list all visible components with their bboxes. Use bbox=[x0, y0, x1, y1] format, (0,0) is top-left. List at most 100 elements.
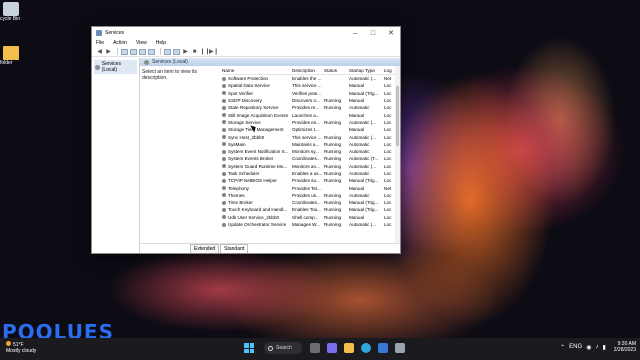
table-row[interactable]: Sync Host_2bbb0 This service ... Running Au… bbox=[222, 133, 400, 140]
table-row[interactable]: Software Protection Enables the ... Automa… bbox=[222, 75, 400, 82]
table-row[interactable]: System Events Broker Coordinates... Runnin… bbox=[222, 155, 400, 162]
service-name: Sync Host_2bbb0 bbox=[222, 135, 292, 140]
properties-icon[interactable] bbox=[173, 48, 180, 55]
table-row[interactable]: Udk User Service_2bbb0 Shell comp... Runni… bbox=[222, 214, 400, 221]
table-row[interactable]: Touch Keyboard and Handl... Enables Tou..… bbox=[222, 206, 400, 213]
service-name-text: Time Broker bbox=[228, 200, 253, 206]
menu-file[interactable]: File bbox=[96, 40, 104, 46]
back-arrow-icon[interactable]: ◀ bbox=[96, 49, 103, 55]
battery-icon[interactable]: ▮ bbox=[602, 344, 605, 351]
table-row[interactable]: Still Image Acquisition Events Launches a… bbox=[222, 111, 400, 118]
service-gear-icon bbox=[222, 120, 226, 125]
service-status: Running bbox=[324, 119, 342, 125]
service-startup-type: Manual bbox=[349, 214, 365, 220]
table-row[interactable]: Update Orchestrator Service Manages W... R… bbox=[222, 221, 400, 228]
store-icon[interactable] bbox=[378, 343, 388, 353]
recycle-bin-desktop-icon[interactable]: cycle Bin bbox=[0, 2, 22, 22]
table-row[interactable]: Storage Service Provides en... Running Auto… bbox=[222, 119, 400, 126]
table-row[interactable]: System Event Notification S... Monitors s… bbox=[222, 148, 400, 155]
service-startup-type: Manual bbox=[349, 83, 365, 89]
volume-icon[interactable]: ♪ bbox=[595, 344, 598, 350]
service-gear-icon bbox=[222, 156, 226, 161]
service-startup-type: Manual bbox=[349, 127, 365, 133]
table-row[interactable]: System Guard Runtime Mo... Monitors an...… bbox=[222, 163, 400, 170]
table-row[interactable]: SysMain Maintains a... Running Automatic Loc bbox=[222, 141, 400, 148]
scrollbar-thumb[interactable] bbox=[396, 86, 399, 146]
refresh-icon[interactable] bbox=[139, 48, 146, 55]
service-name-text: Spot Verifier bbox=[228, 90, 254, 96]
start-button[interactable] bbox=[244, 343, 254, 353]
wifi-icon[interactable]: ◉ bbox=[586, 344, 591, 351]
service-name-text: SSDP Discovery bbox=[228, 98, 262, 104]
taskbar-search[interactable]: Search bbox=[264, 342, 302, 354]
tree-item-services-local[interactable]: Services (Local) bbox=[94, 60, 137, 74]
column-startup-type[interactable]: Startup Type bbox=[349, 68, 384, 73]
edge-browser-icon[interactable] bbox=[361, 343, 371, 353]
service-description: Provides re... bbox=[292, 105, 320, 111]
column-name[interactable]: Name bbox=[222, 68, 292, 73]
restart-service-icon[interactable]: ▶❙ bbox=[209, 49, 219, 55]
weather-widget[interactable]: 51°F Mostly cloudy bbox=[6, 341, 36, 354]
column-status[interactable]: Status bbox=[324, 68, 349, 73]
file-explorer-icon[interactable] bbox=[344, 343, 354, 353]
service-description: Monitors an... bbox=[292, 163, 320, 169]
menu-action[interactable]: Action bbox=[113, 40, 127, 46]
pause-service-icon[interactable]: ❙❙ bbox=[200, 49, 210, 55]
table-row[interactable]: Task Scheduler Enables a us... Running Auto… bbox=[222, 170, 400, 177]
list-view-icon[interactable] bbox=[130, 48, 137, 55]
table-row[interactable]: Time Broker Coordinates... Running Manual (… bbox=[222, 199, 400, 206]
maximize-button[interactable]: □ bbox=[364, 30, 382, 37]
service-gear-icon bbox=[222, 207, 226, 212]
folder-icon bbox=[3, 46, 19, 60]
close-button[interactable]: ✕ bbox=[382, 29, 400, 37]
service-description: Discovers n... bbox=[292, 98, 320, 104]
service-status: Running bbox=[324, 178, 342, 184]
service-status: Running bbox=[324, 192, 342, 198]
clock[interactable]: 9:30 AM 2/28/2023 bbox=[614, 341, 636, 353]
table-row[interactable]: Storage Tiers Management Optimizes t... Ma… bbox=[222, 126, 400, 133]
service-log-on: Loc bbox=[384, 83, 392, 89]
table-row[interactable]: Themes Provides us... Running Automatic Loc bbox=[222, 192, 400, 199]
service-description: Manages W... bbox=[292, 222, 321, 228]
service-log-on: Loc bbox=[384, 156, 392, 162]
input-language[interactable]: ENG bbox=[569, 344, 582, 350]
service-name-text: Sync Host_2bbb0 bbox=[228, 134, 265, 140]
view-tabs: Extended Standard bbox=[140, 243, 400, 253]
table-row[interactable]: Spatial Data Service This service ... Manu… bbox=[222, 82, 400, 89]
chat-icon[interactable] bbox=[327, 343, 337, 353]
help-icon[interactable] bbox=[164, 48, 171, 55]
export-list-icon[interactable] bbox=[148, 48, 155, 55]
column-description[interactable]: Description bbox=[292, 68, 324, 73]
taskbar: 51°F Mostly cloudy Search ⌃ ENG ◉ ♪ ▮ 9:… bbox=[0, 338, 640, 360]
menu-view[interactable]: View bbox=[136, 40, 147, 46]
services-taskbar-icon[interactable] bbox=[395, 343, 405, 353]
folder-desktop-icon[interactable]: folder bbox=[0, 46, 22, 66]
task-view-icon[interactable] bbox=[310, 343, 320, 353]
service-startup-type: Automatic bbox=[349, 105, 370, 111]
service-gear-icon bbox=[222, 113, 226, 118]
service-gear-icon bbox=[222, 142, 226, 147]
title-bar[interactable]: Services – □ ✕ bbox=[92, 27, 400, 39]
service-name: Task Scheduler bbox=[222, 171, 292, 176]
minimize-button[interactable]: – bbox=[346, 30, 364, 37]
start-service-icon[interactable]: ▶ bbox=[182, 49, 189, 55]
vertical-scrollbar[interactable] bbox=[395, 66, 400, 243]
forward-arrow-icon[interactable]: ▶ bbox=[105, 49, 112, 55]
service-name-text: Spatial Data Service bbox=[228, 83, 270, 89]
stop-service-icon[interactable]: ■ bbox=[191, 49, 198, 55]
table-row[interactable]: Spot Verifier Verifies pote... Manual (Tri… bbox=[222, 90, 400, 97]
column-log-on-as[interactable]: Log bbox=[384, 68, 394, 73]
table-row[interactable]: SSDP Discovery Discovers n... Running Manua… bbox=[222, 97, 400, 104]
table-row[interactable]: Telephony Provides Tel... Manual Net bbox=[222, 184, 400, 191]
service-description: Optimizes t... bbox=[292, 127, 319, 133]
chevron-up-icon[interactable]: ⌃ bbox=[560, 344, 565, 351]
tab-standard[interactable]: Standard bbox=[220, 244, 249, 253]
table-row[interactable]: TCP/IP NetBIOS Helper Provides su... Runni… bbox=[222, 177, 400, 184]
service-log-on: Net bbox=[384, 185, 392, 191]
menu-help[interactable]: Help bbox=[156, 40, 166, 46]
console-tree-icon[interactable] bbox=[121, 48, 128, 55]
tab-extended[interactable]: Extended bbox=[190, 244, 220, 253]
services-app-icon bbox=[96, 30, 102, 36]
console-tree: Services (Local) bbox=[92, 58, 140, 253]
table-row[interactable]: State Repository Service Provides re... Ru… bbox=[222, 104, 400, 111]
